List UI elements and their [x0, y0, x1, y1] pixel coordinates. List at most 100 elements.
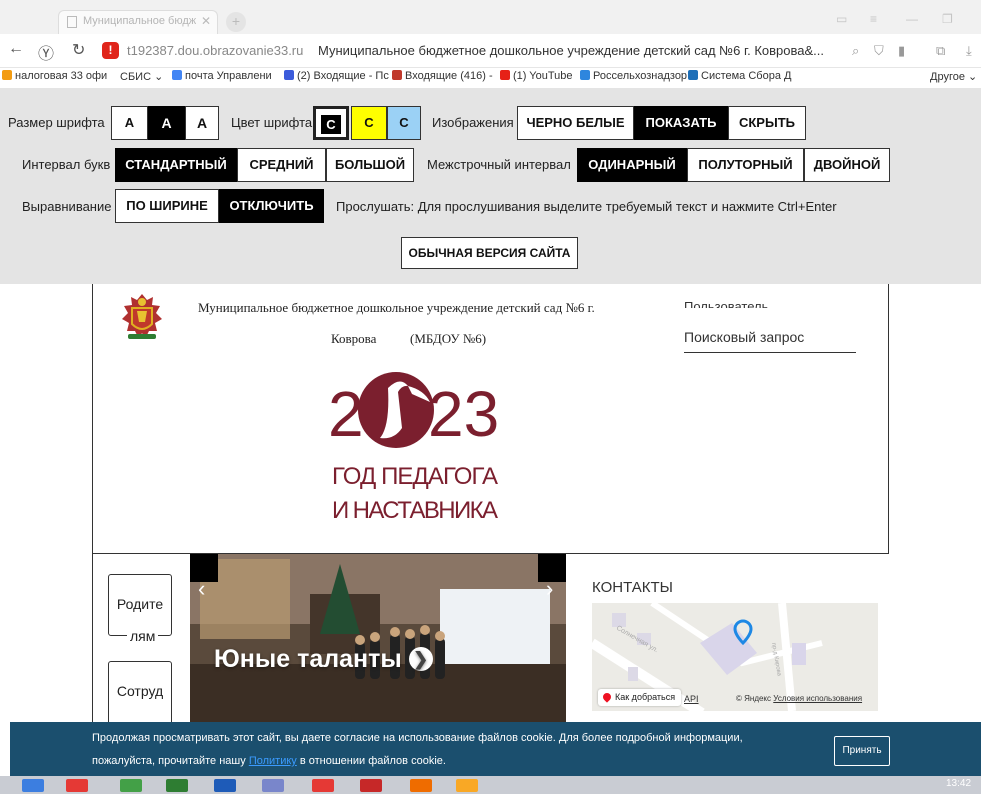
insecure-warning-icon[interactable]: ! — [102, 42, 119, 59]
bookmark-item[interactable]: Входящие (416) - — [392, 70, 493, 82]
logo-line1: ГОД ПЕДАГОГА — [332, 463, 498, 490]
font-size-label: Размер шрифта — [8, 115, 105, 130]
browser-tab[interactable]: Муниципальное бюдж ✕ — [58, 10, 218, 34]
normal-version-button[interactable]: ОБЫЧНАЯ ВЕРСИЯ САЙТА — [401, 237, 578, 269]
logo-year-right: 23 — [428, 378, 499, 450]
slide-title[interactable]: Юные таланты ❯ — [214, 645, 433, 674]
projector-screen — [440, 589, 550, 664]
images-label: Изображения — [432, 115, 514, 130]
start-icon[interactable] — [22, 779, 44, 792]
map-api-link[interactable]: API — [684, 694, 699, 704]
youtube-icon — [500, 70, 510, 80]
listen-hint: Прослушать: Для прослушивания выделите т… — [336, 199, 837, 214]
font-color-blue-button[interactable]: C — [387, 106, 421, 140]
org-name: Муниципальное бюджетное дошкольное учреж… — [198, 300, 595, 315]
line-spacing-double-button[interactable]: ДВОЙНОЙ — [804, 148, 890, 182]
letter-spacing-medium-button[interactable]: СРЕДНИЙ — [237, 148, 326, 182]
search-page-icon[interactable]: ⌕ — [852, 43, 859, 59]
align-justify-button[interactable]: ПО ШИРИНЕ — [115, 189, 219, 223]
rsn-icon — [580, 70, 590, 80]
download-icon[interactable]: ⤓ — [966, 43, 972, 59]
bookmark-icon[interactable]: ▮ — [898, 43, 905, 59]
letter-spacing-standard-button[interactable]: СТАНДАРТНЫЙ — [115, 148, 237, 182]
pdf-app-icon[interactable] — [360, 779, 382, 792]
letter-spacing-large-button[interactable]: БОЛЬШОЙ — [326, 148, 414, 182]
slider-next-icon[interactable]: › — [546, 576, 553, 602]
address-bar: ← Ⓨ ↻ ! t192387.dou.obrazovanie33.ru Мун… — [0, 34, 981, 68]
images-show-button[interactable]: ПОКАЗАТЬ — [634, 106, 728, 140]
line-spacing-label: Межстрочный интервал — [427, 157, 571, 172]
clock: 13:42 — [946, 778, 972, 789]
system-icon — [688, 70, 698, 80]
gmail-icon — [392, 70, 402, 80]
accessibility-panel: Размер шрифта A A A Цвет шрифта C C C Из… — [0, 88, 981, 284]
back-icon[interactable]: ← — [8, 40, 24, 58]
font-size-large-button[interactable]: A — [185, 106, 219, 140]
slide-photo — [190, 554, 566, 724]
word-app-icon[interactable] — [214, 779, 236, 792]
cookie-accept-button[interactable]: Принять — [834, 736, 890, 766]
new-tab-button[interactable]: + — [226, 12, 246, 32]
news-slider[interactable]: ‹ › — [190, 554, 566, 724]
google-icon — [172, 70, 182, 80]
search-input[interactable] — [684, 321, 856, 353]
reload-icon[interactable]: ↻ — [72, 40, 85, 60]
arrow-circle-icon: ❯ — [408, 647, 433, 671]
close-tab-icon[interactable]: ✕ — [201, 14, 211, 28]
sidebar-item-parents-wrap: лям — [127, 628, 159, 644]
bookmark-window-icon[interactable]: ▭ — [836, 12, 847, 26]
align-off-button[interactable]: ОТКЛЮЧИТЬ — [219, 189, 324, 223]
taskbar: 13:42 — [0, 776, 981, 794]
protect-icon[interactable]: ⛉ — [874, 43, 884, 59]
yandex-app-icon[interactable] — [66, 779, 88, 792]
excel-app-icon[interactable] — [166, 779, 188, 792]
font-color-black-button[interactable]: C — [313, 106, 349, 140]
downloads-icon[interactable]: ≡ — [870, 12, 877, 26]
folder-app-icon[interactable] — [456, 779, 478, 792]
coat-of-arms-icon — [122, 294, 162, 339]
bookmark-item[interactable]: СБИС ⌄ — [120, 70, 163, 83]
bookmark-item[interactable]: (2) Входящие - Пс — [284, 70, 389, 82]
restore-icon[interactable]: ❐ — [942, 12, 953, 26]
extensions-icon[interactable]: ⧉ — [936, 43, 945, 59]
browser-app-icon[interactable] — [410, 779, 432, 792]
org-city: Коврова — [331, 331, 377, 346]
explorer-app-icon[interactable] — [262, 779, 284, 792]
line-spacing-single-button[interactable]: ОДИНАРНЫЙ — [577, 148, 687, 182]
sidebar-item-staff[interactable]: Сотруд — [108, 661, 172, 731]
letter-spacing-label: Интервал букв — [22, 157, 111, 172]
map-route-button[interactable]: Как добраться — [598, 689, 682, 706]
year-of-teacher-logo: 2 23 ГОД ПЕДАГОГА И НАСТАВНИКА — [328, 372, 499, 524]
user-label: Пользователь — [684, 299, 769, 308]
map-terms-link[interactable]: Условия использования — [773, 694, 862, 703]
logo-line2: И НАСТАВНИКА — [332, 497, 498, 524]
bookmarks-other[interactable]: Другое ⌄ — [930, 70, 977, 83]
chrome-app-icon[interactable] — [120, 779, 142, 792]
bookmark-item[interactable]: почта Управлени — [172, 70, 272, 82]
page-title[interactable]: Муниципальное бюджетное дошкольное учреж… — [318, 43, 824, 58]
bookmark-item[interactable]: Россельхознадзор — [580, 70, 687, 82]
images-bw-button[interactable]: ЧЕРНО БЕЛЫЕ — [517, 106, 634, 140]
font-size-medium-button[interactable]: A — [148, 106, 185, 140]
font-color-yellow-button[interactable]: C — [351, 106, 387, 140]
mail-app-icon[interactable] — [312, 779, 334, 792]
cookie-text: Продолжая просматривать этот сайт, вы да… — [92, 732, 743, 744]
line-spacing-onehalf-button[interactable]: ПОЛУТОРНЫЙ — [687, 148, 804, 182]
browser-tab-bar: Муниципальное бюдж ✕ + ▭ ≡ — ❐ — [0, 0, 981, 34]
bookmark-item[interactable]: (1) YouTube — [500, 70, 573, 82]
bookmark-item[interactable]: Система Сбора Д — [688, 70, 791, 82]
images-hide-button[interactable]: СКРЫТЬ — [728, 106, 806, 140]
bookmark-item[interactable]: налоговая 33 офи — [2, 70, 107, 82]
minimize-icon[interactable]: — — [906, 12, 918, 26]
yandex-icon[interactable]: Ⓨ — [38, 40, 54, 64]
slider-prev-icon[interactable]: ‹ — [198, 576, 205, 602]
cookie-policy-link[interactable]: Политику — [249, 755, 297, 767]
sidebar-item-parents[interactable]: Родите — [108, 574, 172, 636]
map-copyright: © Яндекс Условия использования — [736, 694, 863, 703]
bookmarks-bar: налоговая 33 офи СБИС ⌄ почта Управлени … — [0, 68, 981, 88]
alignment-label: Выравнивание — [22, 199, 112, 214]
org-abbr: (МБДОУ №6) — [410, 331, 487, 346]
font-size-small-button[interactable]: A — [111, 106, 148, 140]
route-pin-icon — [601, 691, 613, 703]
url-domain[interactable]: t192387.dou.obrazovanie33.ru — [127, 43, 303, 58]
